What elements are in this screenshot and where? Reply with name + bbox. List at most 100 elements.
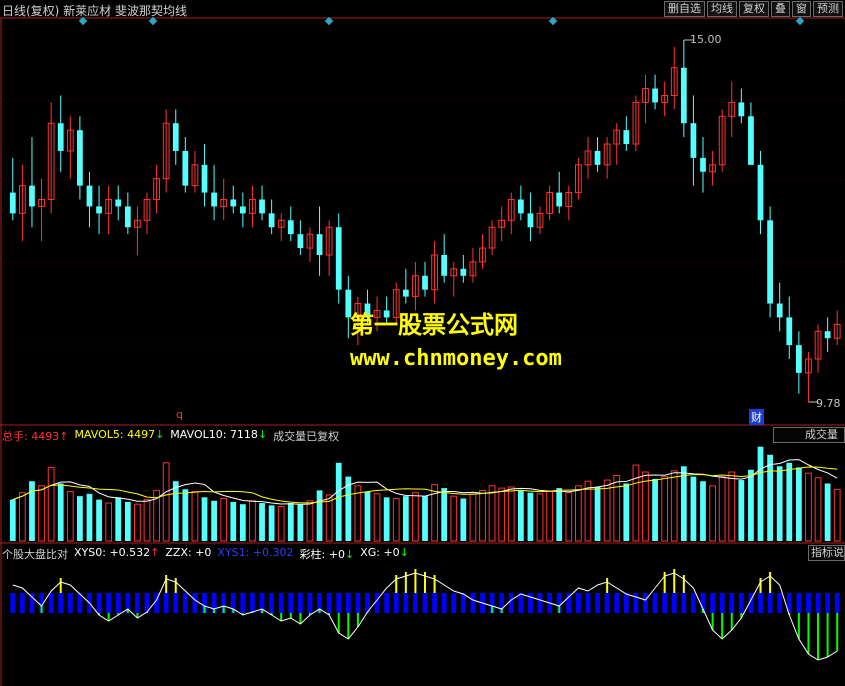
volume-bar-up [277, 506, 285, 542]
volume-bar-up [19, 492, 26, 542]
volume-bar-up [38, 485, 45, 542]
volume-bar-up [833, 488, 841, 542]
volume-bar-down [211, 500, 217, 541]
volume-bar-up [498, 487, 506, 542]
volume-bar-down [383, 497, 390, 541]
volume-bar-up [412, 492, 419, 542]
volume-bar-up [603, 479, 611, 542]
xys1-value: XYS1: +0.302 [217, 546, 294, 559]
volume-bar-down [690, 476, 697, 541]
candle-body-down [316, 234, 323, 255]
volume-bar-up [134, 503, 141, 542]
volume-bar-down [517, 490, 524, 541]
volume-legend: 总手: 4493↑ MAVOL5: 4497↓ MAVOL10: 7118↓ 成… [2, 428, 339, 444]
candle-body-down [738, 102, 745, 117]
volume-bar-down [824, 483, 831, 541]
volume-bar-up [661, 476, 669, 542]
volume-bar-up [642, 471, 649, 542]
candle-body-down [748, 116, 754, 165]
volume-bar-down [527, 492, 534, 541]
volume-bar-up [373, 493, 381, 542]
candle-body-down [29, 185, 35, 207]
xg-value: XG: +0↓ [360, 546, 409, 559]
candle-body-down [824, 331, 831, 339]
finance-marker[interactable]: 财 [749, 409, 764, 425]
candle-body-down [201, 164, 208, 193]
volume-bar-up [814, 477, 822, 542]
volume-bar-down [77, 496, 83, 541]
volume-bar-down [57, 483, 64, 541]
candle-body-down [57, 123, 64, 151]
volume-bar-up [105, 502, 113, 542]
high-price-label: 15.00 [690, 33, 722, 46]
candle-body-down [776, 303, 783, 318]
volume-bar-down [422, 496, 428, 541]
volume-bar-up [220, 497, 228, 542]
volume-bar-down [287, 503, 294, 541]
volume-tab[interactable]: 成交量 [773, 427, 845, 443]
volume-bar-down [96, 499, 102, 541]
mavol5-label: MAVOL5: 4497↓ [74, 428, 165, 441]
volume-bar-down [652, 478, 658, 541]
candle-body-down [422, 275, 428, 290]
volume-bar-down [623, 483, 630, 541]
volume-bar-up [469, 493, 477, 542]
volume-bar-down [700, 481, 706, 541]
volume-bar-down [297, 504, 304, 541]
candle-body-down [86, 185, 93, 207]
stock-chart-canvas[interactable] [0, 0, 845, 686]
volume-bar-up [584, 480, 592, 542]
volume-bar-up [306, 500, 314, 542]
volume-bar-down [9, 499, 16, 541]
candle-body-down [335, 227, 342, 290]
volume-bar-down [460, 498, 467, 541]
volume-bar-down [795, 467, 802, 541]
volume-bar-down [172, 481, 179, 541]
watermark-url: www.chnmoney.com [350, 346, 562, 371]
caizhu-value: 彩柱: +0↓ [299, 548, 355, 561]
volume-bar-down [757, 446, 764, 541]
candle-body-down [652, 88, 658, 103]
candle-body-down [517, 199, 524, 214]
volume-bar-up [805, 472, 812, 542]
candle-body-down [259, 199, 265, 214]
volume-bar-up [143, 499, 151, 542]
volume-bar-down [182, 489, 189, 541]
volume-bar-up [718, 476, 726, 542]
volume-bar-down [239, 504, 246, 541]
candle-body-down [9, 192, 16, 214]
total-volume-label: 总手: 4493↑ [2, 430, 69, 443]
candle-body-down [230, 199, 237, 207]
candle-body-down [795, 345, 802, 373]
volume-bar-up [632, 464, 640, 542]
volume-bar-up [66, 491, 74, 542]
volume-bar-down [786, 462, 793, 541]
candle-body-down [680, 67, 687, 124]
candle-body-down [402, 289, 409, 297]
candle-body-down [268, 213, 275, 228]
event-marker-q[interactable]: q [176, 408, 183, 421]
candle-body-down [124, 206, 131, 228]
volume-bar-down [364, 491, 371, 541]
volume-bar-up [354, 485, 362, 542]
volume-bar-down [776, 466, 783, 541]
volume-bar-up [249, 500, 256, 542]
volume-bar-down [738, 480, 745, 541]
indicator-name: 个股大盘比对 [2, 548, 68, 561]
volume-bar-down [402, 496, 409, 541]
volume-bar-down [748, 469, 754, 541]
mavol10-label: MAVOL10: 7118↓ [170, 428, 268, 441]
candle-body-down [115, 199, 122, 207]
volume-bar-up [709, 485, 716, 542]
volume-bar-down [335, 462, 342, 541]
volume-bar-down [767, 454, 773, 541]
volume-bar-up [575, 485, 582, 542]
indicator-help-tab[interactable]: 指标说 [808, 545, 845, 561]
volume-bar-up [191, 491, 199, 542]
volume-bar-down [259, 503, 265, 541]
zzx-value: ZZX: +0 [165, 546, 212, 559]
watermark-site-name: 第一股票公式网 [350, 311, 518, 339]
volume-bar-up [536, 493, 544, 542]
candle-body-down [211, 192, 217, 207]
volume-bar-up [613, 474, 621, 542]
